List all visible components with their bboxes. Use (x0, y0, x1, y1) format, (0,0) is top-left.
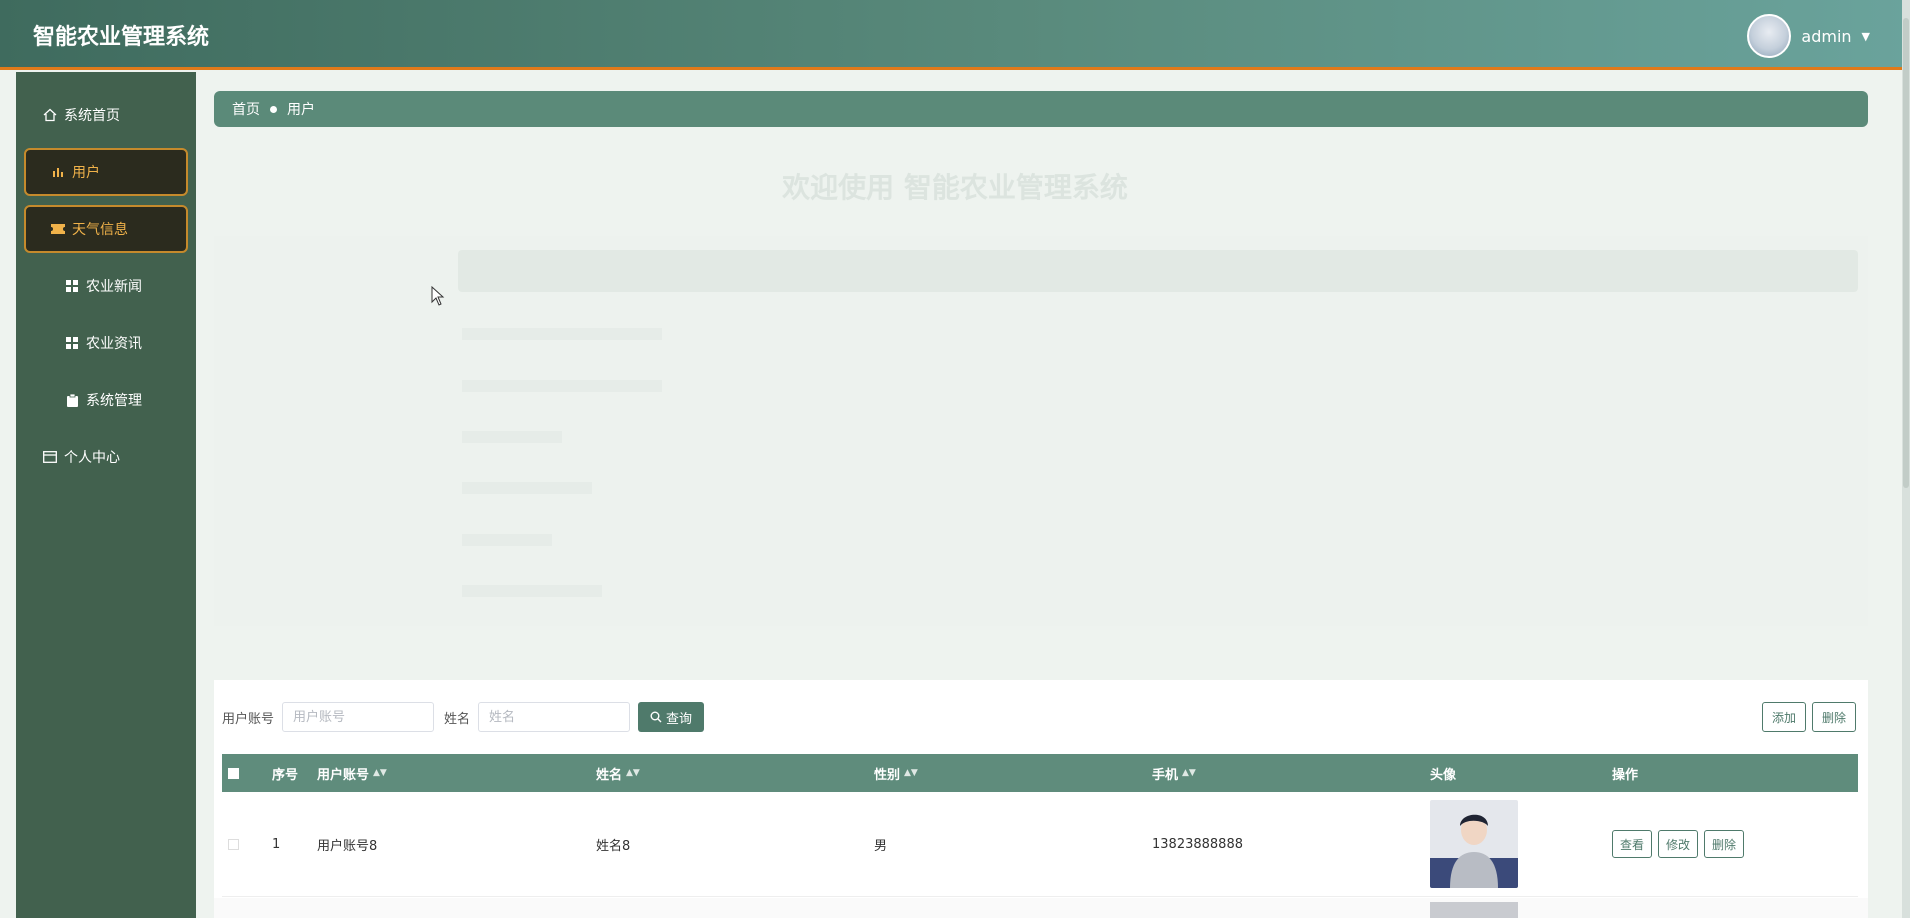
breadcrumb: 首页 用户 (214, 91, 1868, 127)
sidebar-item-label: 农业新闻 (86, 279, 142, 295)
name-label: 姓名 (444, 711, 471, 727)
query-button[interactable]: 查询 (638, 702, 705, 732)
table-row-partial (214, 898, 1868, 918)
column-header-account[interactable]: 用户账号 ▲▼ (317, 754, 387, 792)
sidebar-item-news[interactable]: 农业新闻 (24, 262, 188, 310)
edit-button[interactable]: 修改 (1658, 830, 1699, 858)
sidebar-item-weather[interactable]: 天气信息 (24, 205, 188, 253)
user-table: 序号 用户账号 ▲▼ 姓名 ▲▼ 性别 ▲▼ 手机 ▲▼ 头像 操作 1 用户账号8 姓… (222, 754, 1858, 897)
caret-down-icon[interactable]: ▼ (1862, 30, 1870, 43)
grid-icon (64, 337, 80, 349)
account-search-input[interactable] (282, 702, 435, 732)
user-list-panel: 用户账号 姓名 查询 添加 删除 序号 用户账号▲▼ 姓名▲▼ 性别▲▼ 手机▲… (214, 680, 1868, 918)
grid-icon (64, 280, 80, 292)
table-header: 序号 用户账号 ▲▼ 姓名 ▲▼ 性别 ▲▼ 手机 ▲▼ 头像 操作 (222, 754, 1858, 792)
sidebar-item-label: 个人中心 (64, 450, 120, 466)
column-header-name[interactable]: 姓名 ▲▼ (596, 754, 640, 792)
scrollbar-thumb[interactable] (1903, 18, 1909, 488)
cell-name: 姓名8 (596, 838, 631, 854)
batch-delete-button[interactable]: 删除 (1811, 702, 1856, 732)
table-row: 1 用户账号8 姓名8 男 13823888888 查看 修改 删除 (222, 792, 1858, 897)
search-icon (650, 711, 662, 723)
card-icon (42, 451, 58, 463)
row-checkbox[interactable] (228, 838, 239, 850)
add-button[interactable]: 添加 (1761, 702, 1806, 732)
user-avatar-photo-partial (1430, 902, 1518, 918)
column-header-actions: 操作 (1612, 767, 1639, 783)
user-name[interactable]: admin (1801, 27, 1851, 46)
sidebar-item-label: 系统首页 (64, 108, 120, 124)
cell-actions: 查看 修改 删除 (1612, 792, 1745, 896)
ticket-icon (50, 224, 66, 234)
cell-avatar (1430, 792, 1518, 896)
page-scrollbar[interactable] (1902, 0, 1910, 918)
sidebar-item-system[interactable]: 系统管理 (24, 376, 188, 424)
search-form: 用户账号 姓名 查询 (222, 702, 705, 732)
column-header-gender[interactable]: 性别 ▲▼ (874, 754, 918, 792)
mouse-cursor-icon (431, 286, 445, 306)
breadcrumb-separator-icon (270, 105, 277, 113)
user-menu[interactable]: admin ▼ (1747, 14, 1870, 58)
column-header-index: 序号 (272, 767, 299, 783)
sort-icon[interactable]: ▲▼ (1182, 768, 1196, 778)
welcome-title: 欢迎使用 智能农业管理系统 (782, 171, 1128, 204)
select-all-checkbox[interactable] (228, 767, 239, 779)
sidebar-item-label: 系统管理 (86, 393, 142, 409)
breadcrumb-current: 用户 (287, 102, 315, 118)
sidebar-item-label: 农业资讯 (86, 336, 142, 352)
top-header: 智能农业管理系统 admin ▼ (0, 0, 1910, 70)
faded-notice-row (462, 328, 662, 340)
column-header-phone[interactable]: 手机 ▲▼ (1152, 754, 1196, 792)
sort-icon[interactable]: ▲▼ (626, 768, 640, 778)
view-button[interactable]: 查看 (1612, 830, 1653, 858)
faded-notice-bar (458, 250, 1858, 292)
column-header-avatar: 头像 (1430, 767, 1457, 783)
faded-notice-row (462, 585, 602, 597)
query-button-label: 查询 (666, 711, 693, 727)
select-all-cell (228, 754, 239, 792)
breadcrumb-home[interactable]: 首页 (232, 99, 260, 119)
sidebar-item-profile[interactable]: 个人中心 (24, 433, 188, 481)
row-select-cell (228, 792, 239, 896)
cell-phone: 13823888888 (1152, 836, 1243, 852)
faded-notice-row (462, 431, 562, 443)
sidebar-item-label: 天气信息 (72, 222, 128, 238)
faded-notice-row (462, 534, 552, 546)
sidebar-item-info[interactable]: 农业资讯 (24, 319, 188, 367)
user-avatar-photo[interactable] (1430, 800, 1518, 888)
cell-account: 用户账号8 (317, 838, 378, 854)
sort-icon[interactable]: ▲▼ (373, 768, 387, 778)
cell-gender: 男 (874, 838, 888, 854)
delete-button[interactable]: 删除 (1704, 830, 1745, 858)
cell-index: 1 (272, 836, 281, 852)
account-label: 用户账号 (222, 711, 275, 727)
row-actions: 查看 修改 删除 (1612, 830, 1745, 858)
home-icon (42, 108, 58, 122)
faded-notice-row (462, 380, 662, 392)
app-title: 智能农业管理系统 (33, 25, 210, 50)
avatar[interactable] (1747, 14, 1792, 58)
clipboard-icon (64, 393, 80, 407)
sidebar-item-home[interactable]: 系统首页 (24, 91, 188, 139)
faded-notice-row (462, 482, 592, 494)
sort-icon[interactable]: ▲▼ (904, 768, 918, 778)
list-actions: 添加 删除 (1761, 702, 1856, 732)
name-search-input[interactable] (478, 702, 631, 732)
